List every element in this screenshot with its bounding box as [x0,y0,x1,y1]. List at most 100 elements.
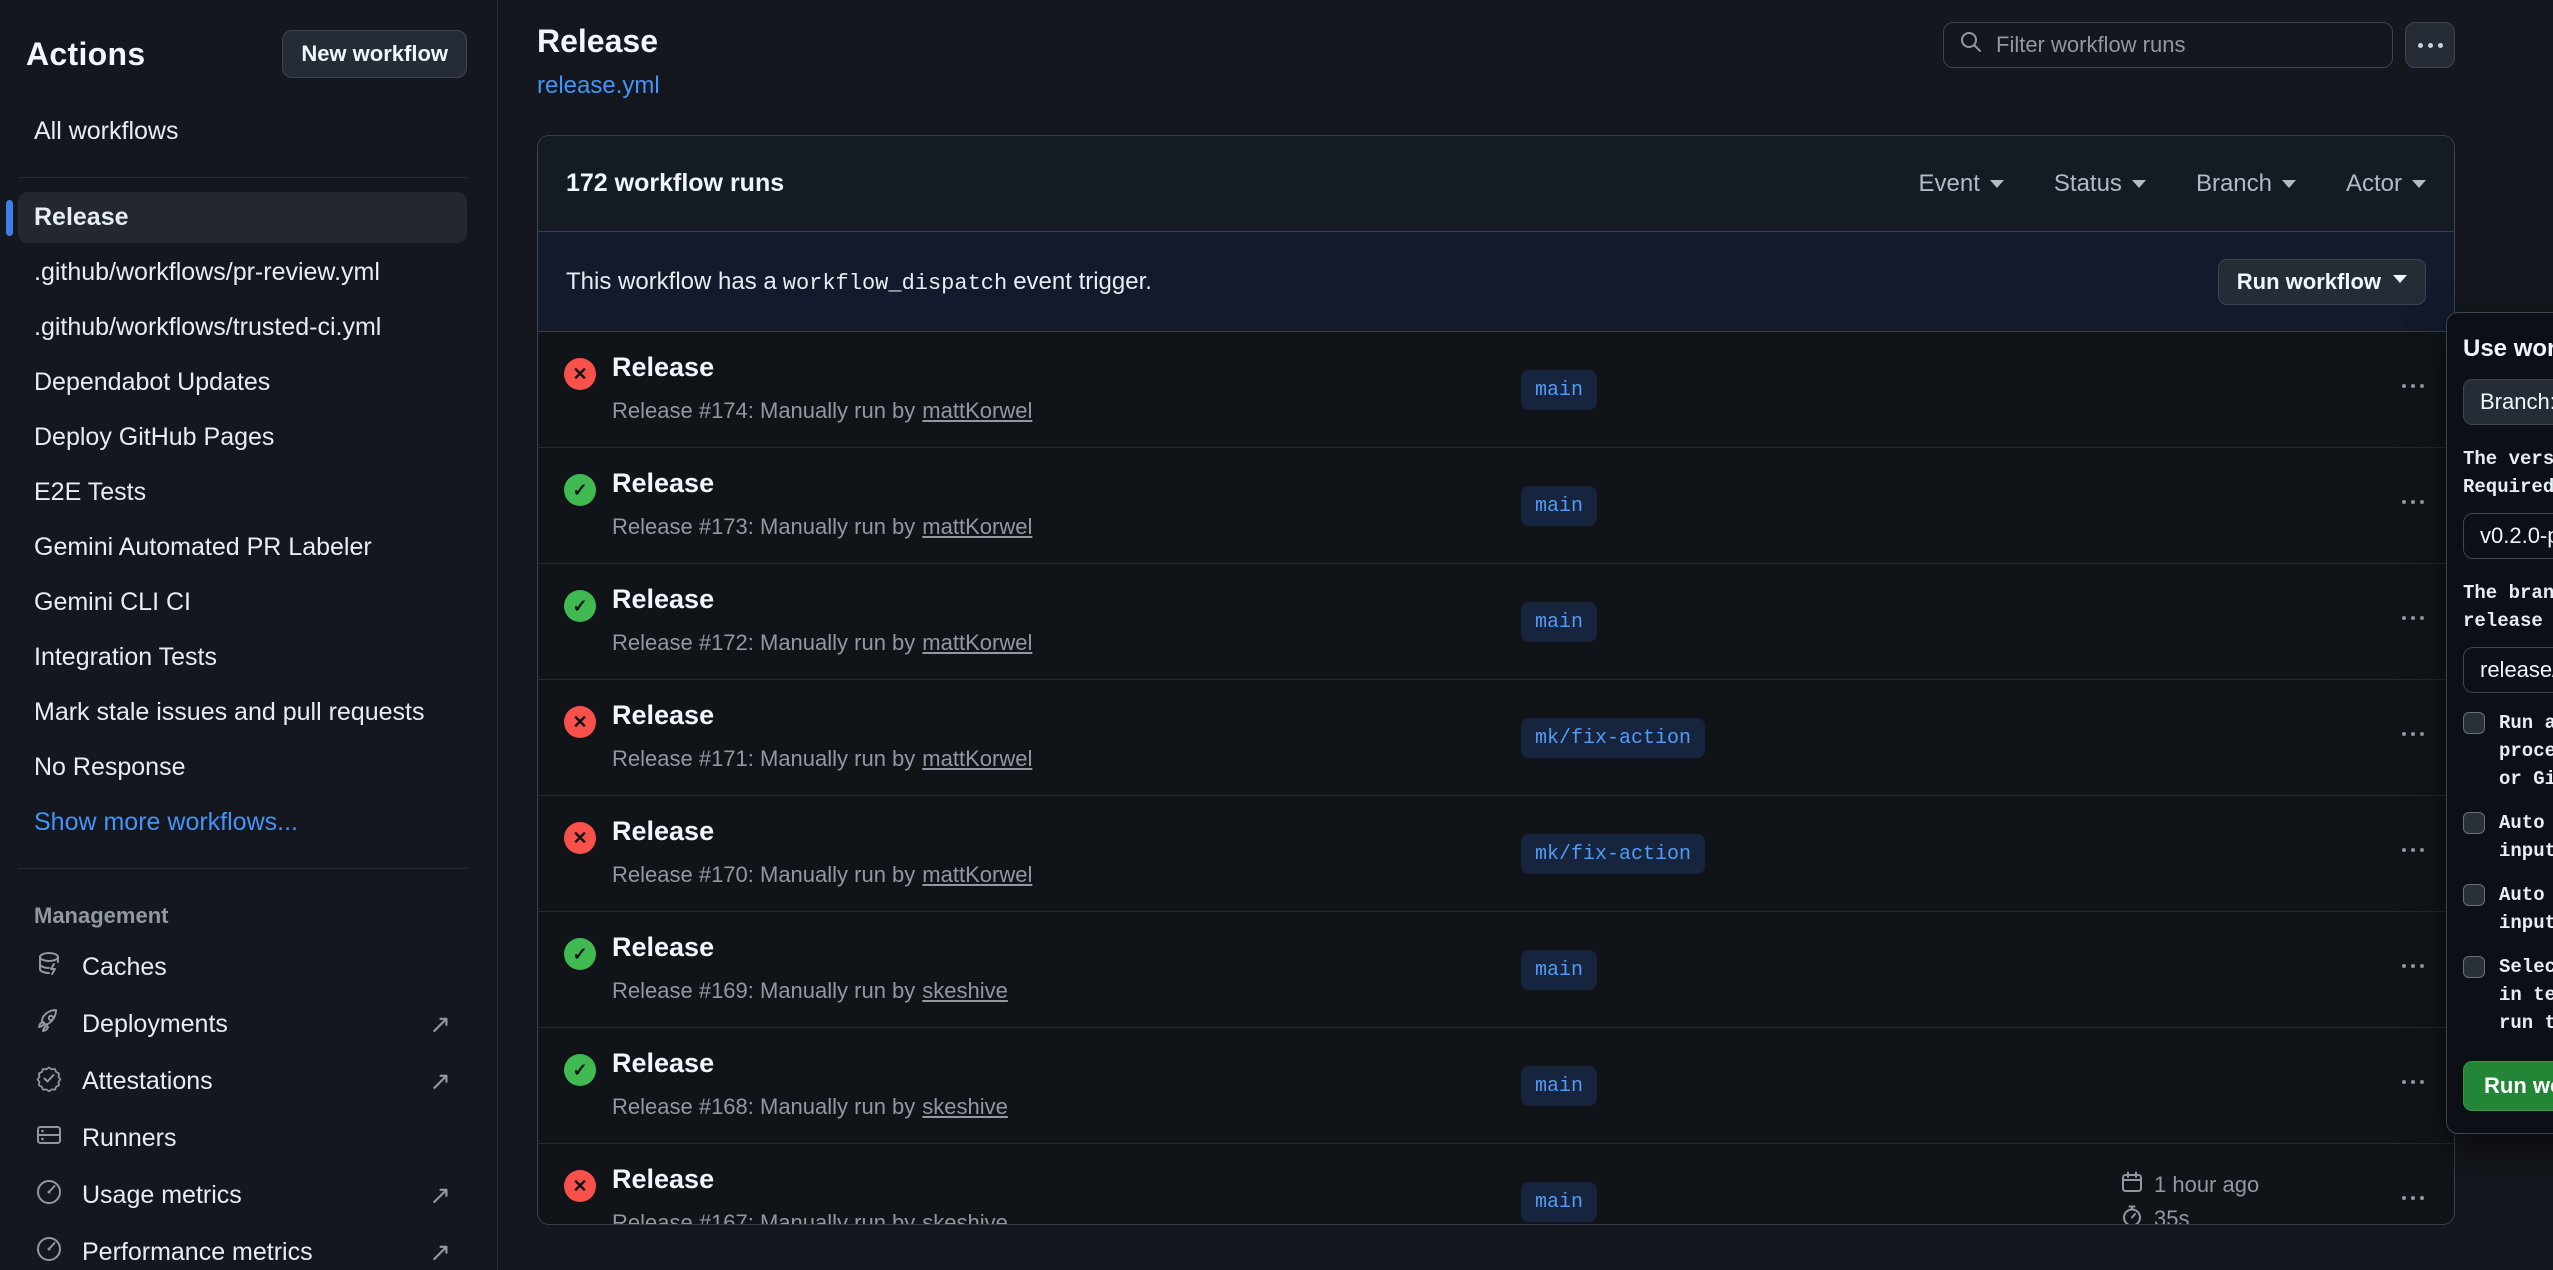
actor-link[interactable]: mattKorwel [922,630,1032,655]
sidebar-item-label: Attestations [82,1067,213,1096]
runs-list-header: 172 workflow runs Event Status Branch Ac… [538,136,2454,232]
sidebar-item-performance-metrics[interactable]: Performance metrics ↗ [18,1224,467,1270]
skip-tests-checkbox[interactable] [2463,956,2485,978]
run-title-link[interactable]: Release [612,584,714,615]
sidebar-item-deploy-github-pages[interactable]: Deploy GitHub Pages [18,412,467,463]
actor-link[interactable]: skeshive [922,1210,1008,1225]
sidebar-item-dependabot-updates[interactable]: Dependabot Updates [18,357,467,408]
runs-count: 172 workflow runs [566,169,784,198]
actor-link[interactable]: mattKorwel [922,746,1032,771]
sidebar-item-e2e-tests[interactable]: E2E Tests [18,467,467,518]
banner-text: This workflow has aworkflow_dispatcheven… [566,268,1152,296]
actor-link[interactable]: skeshive [922,1094,1008,1119]
branch-filter-dropdown[interactable]: Branch [2196,170,2296,198]
cache-icon [34,949,64,986]
run-kebab-button[interactable] [2398,960,2428,972]
run-subtitle: Release #169: Manually run byskeshive [612,978,1008,1004]
chevron-down-icon [2412,180,2426,195]
run-subtitle: Release #173: Manually run bymattKorwel [612,514,1032,540]
sidebar-item-attestations[interactable]: Attestations ↗ [18,1053,467,1110]
workflow-run-row[interactable]: ✕ Release Release #174: Manually run bym… [538,332,2454,448]
run-subtitle: Release #171: Manually run bymattKorwel [612,746,1032,772]
server-icon [34,1120,64,1157]
actor-link[interactable]: mattKorwel [922,514,1032,539]
workflow-run-row[interactable]: ✓ Release Release #168: Manually run bys… [538,1028,2454,1144]
sidebar-item-integration-tests[interactable]: Integration Tests [18,632,467,683]
run-kebab-button[interactable] [2398,1076,2428,1088]
branch-badge[interactable]: main [1521,1066,1597,1106]
sidebar-item-label: Usage metrics [82,1181,242,1210]
run-kebab-button[interactable] [2398,844,2428,856]
actor-link[interactable]: mattKorwel [922,862,1032,887]
sidebar-item-deployments[interactable]: Deployments ↗ [18,996,467,1053]
run-kebab-button[interactable] [2398,496,2428,508]
run-workflow-submit-button[interactable]: Run workflow [2463,1061,2553,1111]
branch-badge[interactable]: main [1521,1182,1597,1222]
workflow-run-row[interactable]: ✓ Release Release #169: Manually run bys… [538,912,2454,1028]
sidebar-item-pr-review[interactable]: .github/workflows/pr-review.yml [18,247,467,298]
run-kebab-button[interactable] [2398,612,2428,624]
new-workflow-button[interactable]: New workflow [282,30,467,78]
chevron-down-icon [1990,180,2004,195]
version-input[interactable] [2463,513,2553,559]
workflow-run-row[interactable]: ✕ Release Release #171: Manually run bym… [538,680,2454,796]
sidebar-item-usage-metrics[interactable]: Usage metrics ↗ [18,1167,467,1224]
branch-badge[interactable]: mk/fix-action [1521,834,1705,874]
run-kebab-button[interactable] [2398,1192,2428,1204]
run-kebab-button[interactable] [2398,728,2428,740]
run-title-link[interactable]: Release [612,1164,714,1195]
workflow-run-row[interactable]: ✓ Release Release #172: Manually run bym… [538,564,2454,680]
checkbox-label: Select to skip the "Run Tests" step in t… [2499,953,2553,1037]
actor-link[interactable]: mattKorwel [922,398,1032,423]
sidebar-item-label: Deployments [82,1010,228,1039]
sidebar-item-trusted-ci[interactable]: .github/workflows/trusted-ci.yml [18,302,467,353]
run-title-link[interactable]: Release [612,700,714,731]
branch-badge[interactable]: main [1521,486,1597,526]
run-workflow-dropdown-button[interactable]: Run workflow [2218,259,2426,305]
run-title-link[interactable]: Release [612,352,714,383]
sidebar-item-mark-stale[interactable]: Mark stale issues and pull requests [18,687,467,738]
sidebar-item-label: Performance metrics [82,1238,313,1267]
nightly-tag-checkbox[interactable] [2463,812,2485,834]
sidebar-item-caches[interactable]: Caches [18,939,467,996]
filter-workflow-runs-field[interactable] [1943,22,2393,68]
sidebar-item-runners[interactable]: Runners [18,1110,467,1167]
run-title-link[interactable]: Release [612,468,714,499]
sidebar-item-gemini-pr-labeler[interactable]: Gemini Automated PR Labeler [18,522,467,573]
workflow-dispatch-code: workflow_dispatch [777,271,1013,296]
chevron-down-icon [2282,180,2296,195]
actor-filter-dropdown[interactable]: Actor [2346,170,2426,198]
success-icon: ✓ [564,938,596,970]
dry-run-checkbox[interactable] [2463,712,2485,734]
branch-badge[interactable]: main [1521,950,1597,990]
sidebar-title: Actions [26,36,145,73]
status-filter-dropdown[interactable]: Status [2054,170,2146,198]
event-filter-dropdown[interactable]: Event [1919,170,2004,198]
workflow-run-row[interactable]: ✕ Release Release #167: Manually run bys… [538,1144,2454,1225]
branch-badge[interactable]: main [1521,370,1597,410]
show-more-workflows-link[interactable]: Show more workflows... [18,797,467,848]
actor-link[interactable]: skeshive [922,978,1008,1003]
main-content: Release release.yml 172 workflow runs Ev… [498,0,2553,1270]
workflow-run-row[interactable]: ✕ Release Release #170: Manually run bym… [538,796,2454,912]
branch-badge[interactable]: mk/fix-action [1521,718,1705,758]
workflow-options-kebab-button[interactable] [2405,22,2455,68]
kebab-icon [2418,43,2423,48]
sidebar-item-release[interactable]: Release [18,192,467,243]
workflow-run-row[interactable]: ✓ Release Release #173: Manually run bym… [538,448,2454,564]
sidebar-item-gemini-cli-ci[interactable]: Gemini CLI CI [18,577,467,628]
ref-input[interactable] [2463,647,2553,693]
run-title-link[interactable]: Release [612,1048,714,1079]
preview-tag-checkbox[interactable] [2463,884,2485,906]
run-kebab-button[interactable] [2398,380,2428,392]
filter-workflow-runs-input[interactable] [1996,32,2378,58]
sidebar-item-no-response[interactable]: No Response [18,742,467,793]
external-link-icon: ↗ [429,1009,451,1040]
workflow-file-link[interactable]: release.yml [537,72,660,100]
run-title-link[interactable]: Release [612,932,714,963]
sidebar-item-all-workflows[interactable]: All workflows [18,106,467,157]
search-icon [1958,29,1984,62]
branch-select-dropdown[interactable]: Branch: main [2463,379,2553,425]
branch-badge[interactable]: main [1521,602,1597,642]
run-title-link[interactable]: Release [612,816,714,847]
